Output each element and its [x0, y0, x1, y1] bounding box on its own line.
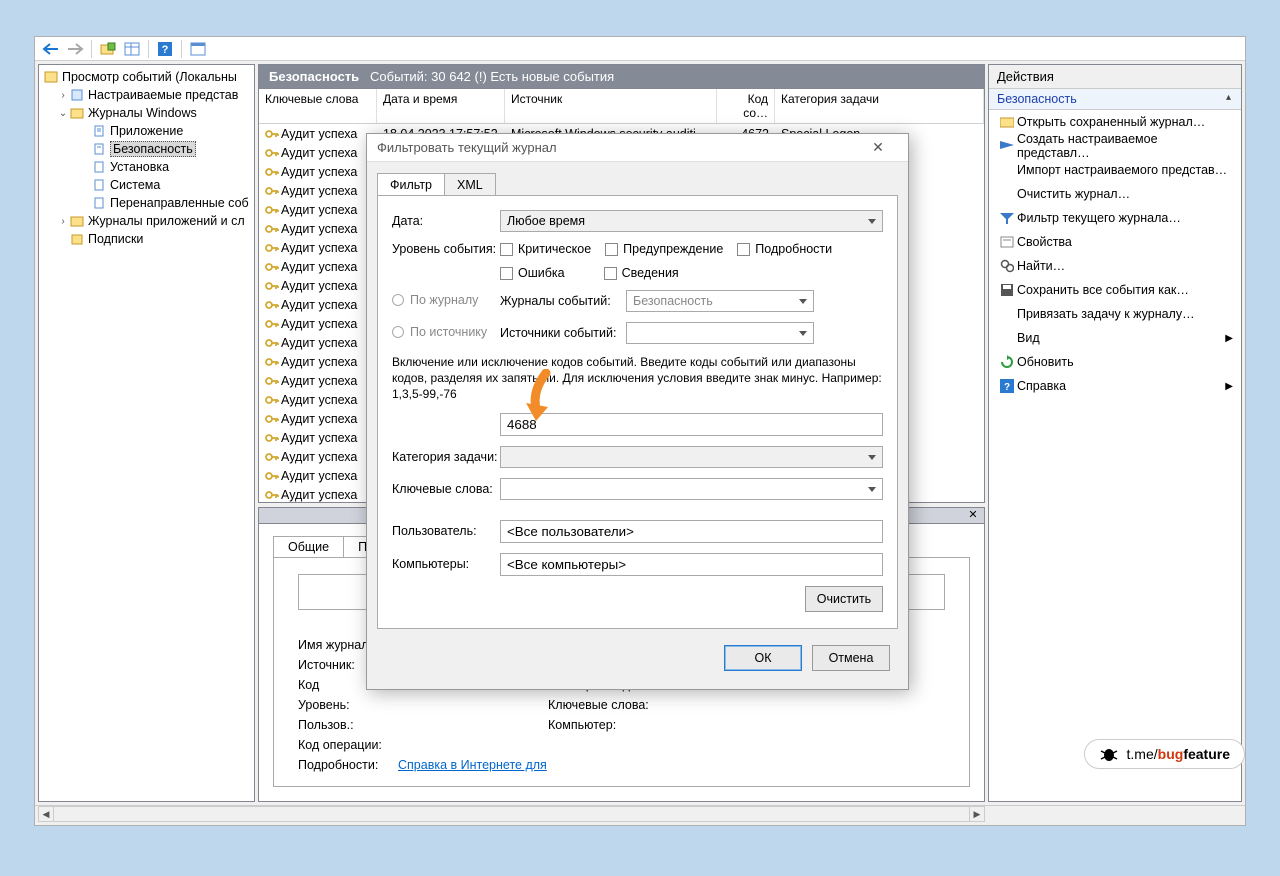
action-open-saved[interactable]: Открыть сохраненный журнал…: [989, 110, 1241, 134]
action-clear-log[interactable]: Очистить журнал…: [989, 182, 1241, 206]
select-eventsources[interactable]: [626, 322, 814, 344]
lbl-category: Категория задачи:: [392, 450, 500, 464]
tree-node-app[interactable]: Приложение: [39, 122, 254, 140]
action-filter[interactable]: Фильтр текущего журнала…: [989, 206, 1241, 230]
tree-node-setup[interactable]: Установка: [39, 158, 254, 176]
help-link[interactable]: Справка в Интернете для: [398, 758, 547, 772]
dialog-close[interactable]: ✕: [858, 139, 898, 156]
action-create-view[interactable]: Создать настраиваемое представл…: [989, 134, 1241, 158]
select-date[interactable]: Любое время: [500, 210, 883, 232]
forward-button[interactable]: [65, 40, 85, 58]
input-user[interactable]: [500, 520, 883, 543]
tree-node-security[interactable]: Безопасность: [39, 140, 254, 158]
tree-node-windows[interactable]: ⌄Журналы Windows: [39, 104, 254, 122]
hscroll-right[interactable]: ▶: [969, 806, 985, 822]
lbl-eventsources: Источники событий:: [500, 326, 626, 340]
col-keywords: Ключевые слова: [259, 89, 377, 123]
col-date: Дата и время: [377, 89, 505, 123]
tab-filter[interactable]: Фильтр: [377, 173, 445, 197]
dialog-title: Фильтровать текущий журнал: [377, 140, 557, 155]
list-header[interactable]: Ключевые слова Дата и время Источник Код…: [259, 89, 984, 124]
bug-icon: [1099, 745, 1119, 763]
tab-general[interactable]: Общие: [273, 536, 344, 558]
hint-text: Включение или исключение кодов событий. …: [392, 354, 883, 403]
input-eventid[interactable]: [500, 413, 883, 436]
lbl-op: Код операции:: [298, 738, 398, 752]
action-save[interactable]: Сохранить все события как…: [989, 278, 1241, 302]
hscroll-left[interactable]: ◀: [38, 806, 54, 822]
tree-root[interactable]: Просмотр событий (Локальны: [39, 68, 254, 86]
chk-verbose[interactable]: Подробности: [737, 242, 832, 256]
lbl-user: Пользов.:: [298, 718, 398, 732]
lbl-user: Пользователь:: [392, 524, 500, 538]
tab-xml[interactable]: XML: [444, 173, 496, 197]
details-close[interactable]: ✕: [965, 508, 981, 522]
tree-node-appsvc[interactable]: ›Журналы приложений и сл: [39, 212, 254, 230]
col-source: Источник: [505, 89, 717, 123]
radio-by-source[interactable]: По источнику: [392, 325, 487, 339]
help-icon[interactable]: ?: [155, 40, 175, 58]
action-find[interactable]: Найти…: [989, 254, 1241, 278]
lbl-more: Подробности:: [298, 758, 398, 772]
tb-icon-2[interactable]: [122, 40, 142, 58]
actions-panel: Действия Безопасность Открыть сохраненны…: [988, 64, 1242, 802]
filter-dialog: Фильтровать текущий журнал ✕ ФильтрXML Д…: [366, 133, 909, 690]
toolbar: ?: [35, 37, 1245, 61]
action-attach[interactable]: Привязать задачу к журналу…: [989, 302, 1241, 326]
input-computer[interactable]: [500, 553, 883, 576]
action-refresh[interactable]: Обновить: [989, 350, 1241, 374]
chk-info[interactable]: Сведения: [604, 266, 679, 280]
select-category[interactable]: [500, 446, 883, 468]
actions-group[interactable]: Безопасность: [989, 89, 1241, 110]
col-code: Код со…: [717, 89, 775, 123]
radio-by-log[interactable]: По журналу: [392, 293, 478, 307]
back-button[interactable]: [41, 40, 61, 58]
tb-icon-4[interactable]: [188, 40, 208, 58]
svg-text:?: ?: [1004, 382, 1010, 393]
select-eventlogs[interactable]: Безопасность: [626, 290, 814, 312]
lbl-date: Дата:: [392, 214, 500, 228]
tree-node-system[interactable]: Система: [39, 176, 254, 194]
col-category: Категория задачи: [775, 89, 984, 123]
lbl-eventlogs: Журналы событий:: [500, 294, 626, 308]
hscroll-track[interactable]: [54, 806, 969, 822]
chk-warning[interactable]: Предупреждение: [605, 242, 723, 256]
chk-critical[interactable]: Критическое: [500, 242, 591, 256]
tb-icon-1[interactable]: [98, 40, 118, 58]
lbl-comp: Компьютер:: [548, 718, 678, 732]
select-keywords[interactable]: [500, 478, 883, 500]
lbl-level: Уровень события:: [392, 242, 500, 256]
action-help[interactable]: ?Справка▶: [989, 374, 1241, 398]
lbl-level: Уровень:: [298, 698, 398, 712]
watermark: t.me/bugfeature: [1084, 739, 1245, 769]
chk-error[interactable]: Ошибка: [500, 266, 565, 280]
lbl-computer: Компьютеры:: [392, 557, 500, 571]
action-view[interactable]: Вид▶: [989, 326, 1241, 350]
action-import[interactable]: Импорт настраиваемого представ…: [989, 158, 1241, 182]
mid-header: Безопасность Событий: 30 642 (!) Есть но…: [258, 64, 985, 88]
cancel-button[interactable]: Отмена: [812, 645, 890, 671]
ok-button[interactable]: ОК: [724, 645, 802, 671]
lbl-keywords: Ключевые слова:: [392, 482, 500, 496]
tree-node-custom[interactable]: ›Настраиваемые представ: [39, 86, 254, 104]
svg-text:?: ?: [162, 44, 169, 56]
clear-button[interactable]: Очистить: [805, 586, 883, 612]
tree-node-subs[interactable]: Подписки: [39, 230, 254, 248]
action-properties[interactable]: Свойства: [989, 230, 1241, 254]
actions-title: Действия: [989, 65, 1241, 89]
tree-panel: Просмотр событий (Локальны ›Настраиваемы…: [38, 64, 255, 802]
lbl-kw: Ключевые слова:: [548, 698, 678, 712]
tree-node-forwarded[interactable]: Перенаправленные соб: [39, 194, 254, 212]
